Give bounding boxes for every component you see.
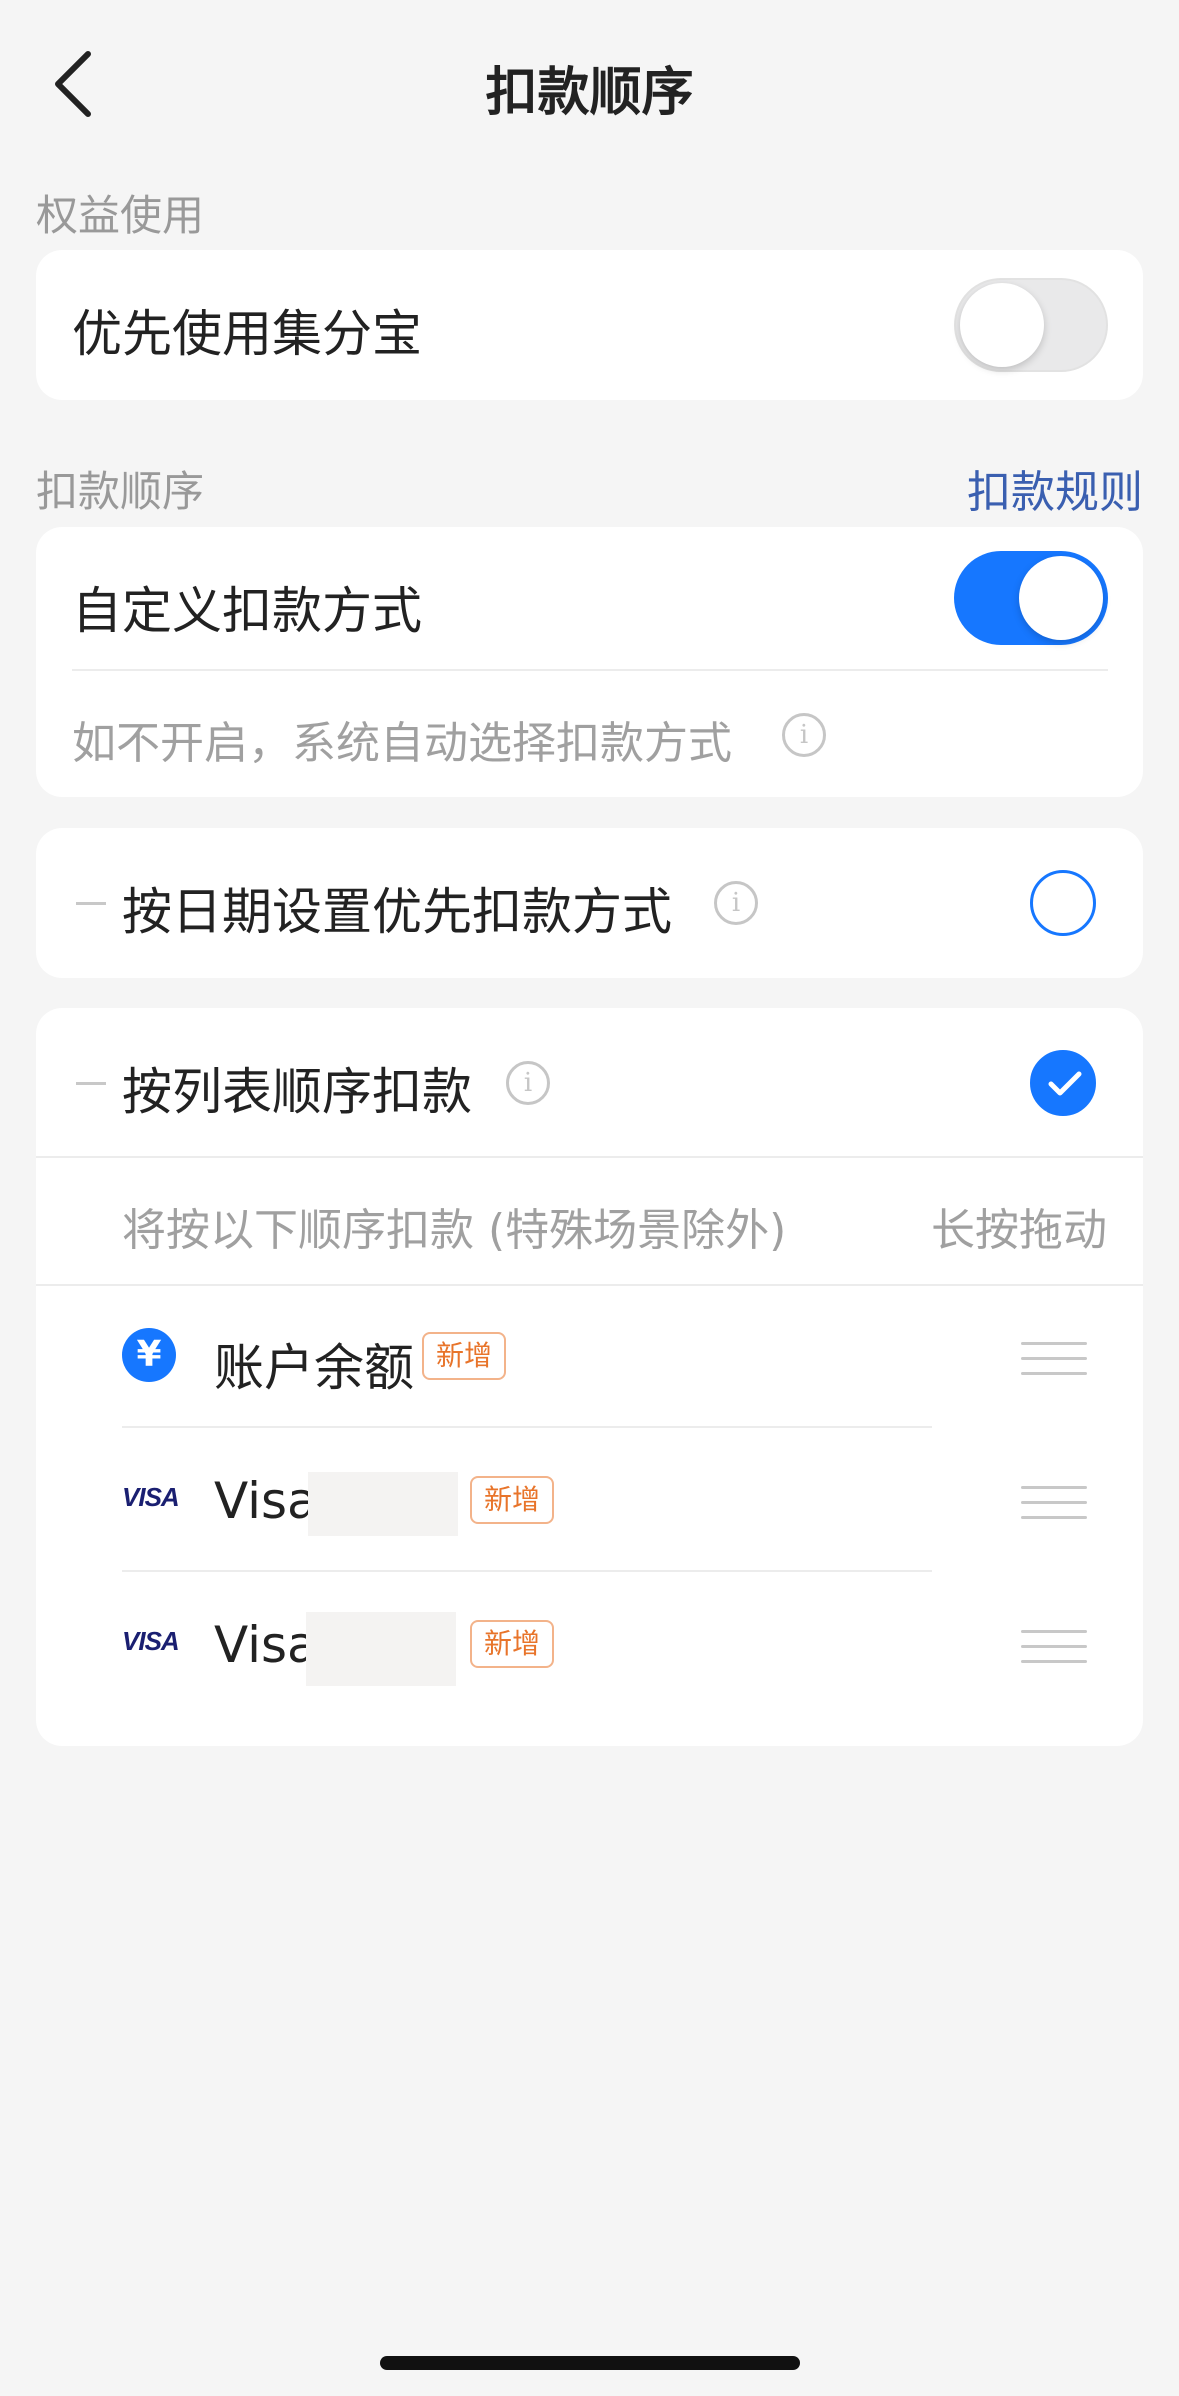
visa-icon: VISA <box>122 1626 180 1656</box>
by-list-radio[interactable] <box>1030 1050 1096 1116</box>
drag-hint: 长按拖动 <box>931 1205 1107 1256</box>
new-badge: 新增 <box>470 1620 555 1668</box>
checkmark-icon <box>1048 1071 1082 1096</box>
masked-card-number <box>308 1472 458 1536</box>
payment-order-page: 扣款顺序 权益使用 优先使用集分宝 扣款顺序 扣款规则 自定义扣款方式 如不开启… <box>0 0 1179 2396</box>
drag-handle-icon[interactable] <box>1021 1342 1087 1387</box>
item-name: Visa <box>214 1472 318 1530</box>
benefits-card: 优先使用集分宝 <box>36 250 1143 400</box>
item-name: 账户余额 <box>214 1339 414 1397</box>
drag-handle-icon[interactable] <box>1021 1486 1087 1531</box>
page-title: 扣款顺序 <box>485 63 694 123</box>
info-icon[interactable]: i <box>506 1061 550 1105</box>
list-item[interactable]: ¥ 账户余额 新增 <box>36 1284 1143 1428</box>
by-date-card[interactable]: 按日期设置优先扣款方式 i <box>36 828 1143 978</box>
toggle-knob <box>1019 556 1103 640</box>
divider <box>72 669 1108 671</box>
dash-icon <box>76 1082 106 1085</box>
order-section-label: 扣款顺序 <box>36 467 205 516</box>
by-list-label: 按列表顺序扣款 <box>122 1063 472 1121</box>
custom-hint: 如不开启，系统自动选择扣款方式 <box>72 718 732 769</box>
points-toggle[interactable] <box>954 278 1108 372</box>
custom-order-card: 自定义扣款方式 如不开启，系统自动选择扣款方式 i <box>36 527 1143 797</box>
drag-handle-icon[interactable] <box>1021 1630 1087 1675</box>
item-name: Visa <box>214 1616 318 1674</box>
points-toggle-label: 优先使用集分宝 <box>72 305 422 363</box>
info-icon[interactable]: i <box>714 881 758 925</box>
rules-link[interactable]: 扣款规则 <box>967 456 1143 520</box>
info-icon[interactable]: i <box>782 713 826 757</box>
new-badge: 新增 <box>422 1332 507 1380</box>
by-date-radio[interactable] <box>1030 870 1096 936</box>
divider <box>36 1156 1143 1158</box>
new-badge: 新增 <box>470 1476 555 1524</box>
list-item[interactable]: VISA Visa 新增 <box>36 1572 1143 1716</box>
toggle-knob <box>960 283 1044 367</box>
yen-icon: ¥ <box>122 1328 176 1382</box>
list-item[interactable]: VISA Visa 新增 <box>36 1428 1143 1572</box>
dash-icon <box>76 902 106 905</box>
nav-bar: 扣款顺序 <box>0 0 1179 165</box>
by-date-label: 按日期设置优先扣款方式 <box>122 883 672 941</box>
custom-toggle-label: 自定义扣款方式 <box>72 582 422 640</box>
home-indicator <box>380 2356 800 2370</box>
list-hint: 将按以下顺序扣款 (特殊场景除外) <box>122 1205 787 1256</box>
custom-toggle[interactable] <box>954 551 1108 645</box>
visa-icon: VISA <box>122 1482 180 1512</box>
benefits-section-label: 权益使用 <box>36 191 205 240</box>
masked-card-number <box>306 1612 456 1686</box>
